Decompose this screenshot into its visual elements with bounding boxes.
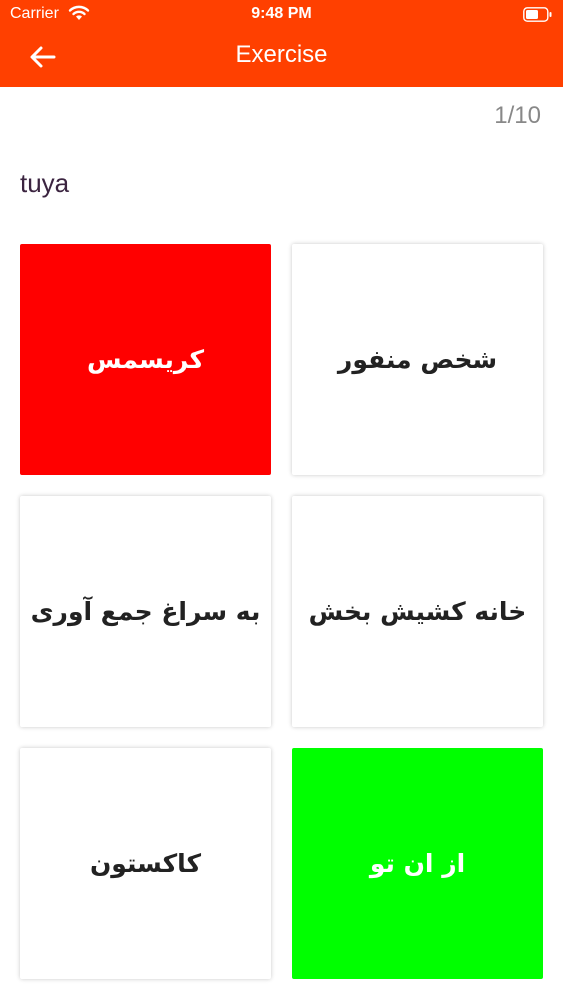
answer-option-label: کریسمس xyxy=(86,345,205,374)
answer-option[interactable]: کاکستون xyxy=(20,748,271,979)
answer-grid: کریسمس شخص منفور به سراغ جمع آوری خانه ک… xyxy=(0,0,563,1000)
answer-option-incorrect[interactable]: کریسمس xyxy=(20,244,271,475)
answer-option-label: به سراغ جمع آوری xyxy=(30,597,261,626)
answer-option[interactable]: شخص منفور xyxy=(292,244,543,475)
answer-option-correct[interactable]: از ان تو xyxy=(292,748,543,979)
answer-option[interactable]: به سراغ جمع آوری xyxy=(20,496,271,727)
answer-option-label: از ان تو xyxy=(369,849,466,878)
answer-option[interactable]: خانه کشیش بخش xyxy=(292,496,543,727)
answer-option-label: خانه کشیش بخش xyxy=(308,597,527,626)
answer-option-label: شخص منفور xyxy=(337,345,498,374)
answer-option-label: کاکستون xyxy=(89,849,202,878)
